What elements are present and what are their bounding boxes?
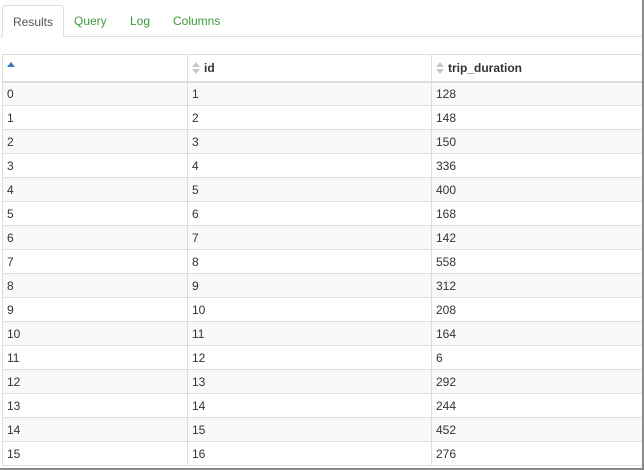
cell-index: 5	[2, 201, 188, 226]
table-row[interactable]: 13 14 244	[2, 393, 642, 418]
cell-trip-duration: 6	[431, 345, 642, 370]
sort-icon[interactable]	[436, 62, 444, 75]
sort-icon[interactable]	[192, 62, 200, 75]
table-row[interactable]: 4 5 400	[2, 177, 642, 202]
column-header-index[interactable]	[2, 54, 188, 83]
cell-trip-duration: 452	[431, 417, 642, 442]
table-row[interactable]: 5 6 168	[2, 201, 642, 226]
cell-id: 11	[187, 321, 432, 346]
cell-id: 12	[187, 345, 432, 370]
cell-index: 0	[2, 81, 188, 106]
cell-id: 16	[187, 441, 432, 466]
cell-trip-duration: 128	[431, 81, 642, 106]
cell-index: 7	[2, 249, 188, 274]
cell-id: 5	[187, 177, 432, 202]
cell-trip-duration: 558	[431, 249, 642, 274]
cell-trip-duration: 244	[431, 393, 642, 418]
table-row[interactable]: 11 12 6	[2, 345, 642, 370]
cell-trip-duration: 312	[431, 273, 642, 298]
cell-trip-duration: 168	[431, 201, 642, 226]
results-table-wrapper: id trip_duration 0 1 128 1 2 148 2 3 150 3 4 336 4 5 4…	[2, 54, 642, 468]
cell-id: 15	[187, 417, 432, 442]
cell-trip-duration: 276	[431, 441, 642, 466]
tab-columns-label: Columns	[173, 14, 221, 28]
sort-ascending-icon[interactable]	[7, 62, 15, 75]
tab-query[interactable]: Query	[64, 5, 117, 38]
cell-id: 7	[187, 225, 432, 250]
results-panel: Results Query Log Columns id trip_durati…	[0, 0, 644, 470]
cell-id: 1	[187, 81, 432, 106]
tab-results[interactable]: Results	[2, 5, 65, 38]
column-header-trip-duration[interactable]: trip_duration	[431, 54, 642, 83]
cell-trip-duration: 292	[431, 369, 642, 394]
cell-id: 10	[187, 297, 432, 322]
cell-id: 3	[187, 129, 432, 154]
cell-id: 8	[187, 249, 432, 274]
cell-id: 13	[187, 369, 432, 394]
table-row[interactable]: 3 4 336	[2, 153, 642, 178]
table-row[interactable]: 10 11 164	[2, 321, 642, 346]
tab-columns[interactable]: Columns	[163, 5, 230, 38]
table-row[interactable]: 7 8 558	[2, 249, 642, 274]
cell-id: 9	[187, 273, 432, 298]
cell-trip-duration: 142	[431, 225, 642, 250]
cell-id: 14	[187, 393, 432, 418]
cell-trip-duration: 208	[431, 297, 642, 322]
tab-log-label: Log	[130, 14, 151, 28]
table-row[interactable]: 15 16 276	[2, 441, 642, 466]
cell-id: 2	[187, 105, 432, 130]
cell-index: 4	[2, 177, 188, 202]
cell-index: 8	[2, 273, 188, 298]
cell-index: 13	[2, 393, 188, 418]
table-body: 0 1 128 1 2 148 2 3 150 3 4 336 4 5 400 5 6 168 6 7 142 7 8 558…	[2, 81, 642, 466]
cell-index: 12	[2, 369, 188, 394]
cell-index: 9	[2, 297, 188, 322]
tab-query-label: Query	[74, 14, 107, 28]
cell-index: 11	[2, 345, 188, 370]
cell-index: 10	[2, 321, 188, 346]
cell-trip-duration: 148	[431, 105, 642, 130]
results-table: id trip_duration 0 1 128 1 2 148 2 3 150 3 4 336 4 5 4…	[2, 54, 642, 466]
column-header-label: id	[204, 61, 215, 76]
table-row[interactable]: 8 9 312	[2, 273, 642, 298]
table-row[interactable]: 0 1 128	[2, 81, 642, 106]
cell-index: 14	[2, 417, 188, 442]
cell-trip-duration: 164	[431, 321, 642, 346]
table-row[interactable]: 6 7 142	[2, 225, 642, 250]
tab-log[interactable]: Log	[120, 5, 160, 38]
table-row[interactable]: 1 2 148	[2, 105, 642, 130]
cell-index: 2	[2, 129, 188, 154]
cell-id: 6	[187, 201, 432, 226]
cell-trip-duration: 150	[431, 129, 642, 154]
cell-index: 3	[2, 153, 188, 178]
table-row[interactable]: 12 13 292	[2, 369, 642, 394]
column-header-label: trip_duration	[448, 61, 522, 76]
cell-index: 1	[2, 105, 188, 130]
column-header-id[interactable]: id	[187, 54, 432, 83]
table-row[interactable]: 2 3 150	[2, 129, 642, 154]
cell-index: 6	[2, 225, 188, 250]
tab-bar: Results Query Log Columns	[0, 0, 642, 38]
table-row[interactable]: 9 10 208	[2, 297, 642, 322]
cell-trip-duration: 400	[431, 177, 642, 202]
tab-results-label: Results	[13, 15, 54, 29]
cell-index: 15	[2, 441, 188, 466]
table-header-row: id trip_duration	[2, 54, 642, 83]
table-row[interactable]: 14 15 452	[2, 417, 642, 442]
cell-id: 4	[187, 153, 432, 178]
cell-trip-duration: 336	[431, 153, 642, 178]
